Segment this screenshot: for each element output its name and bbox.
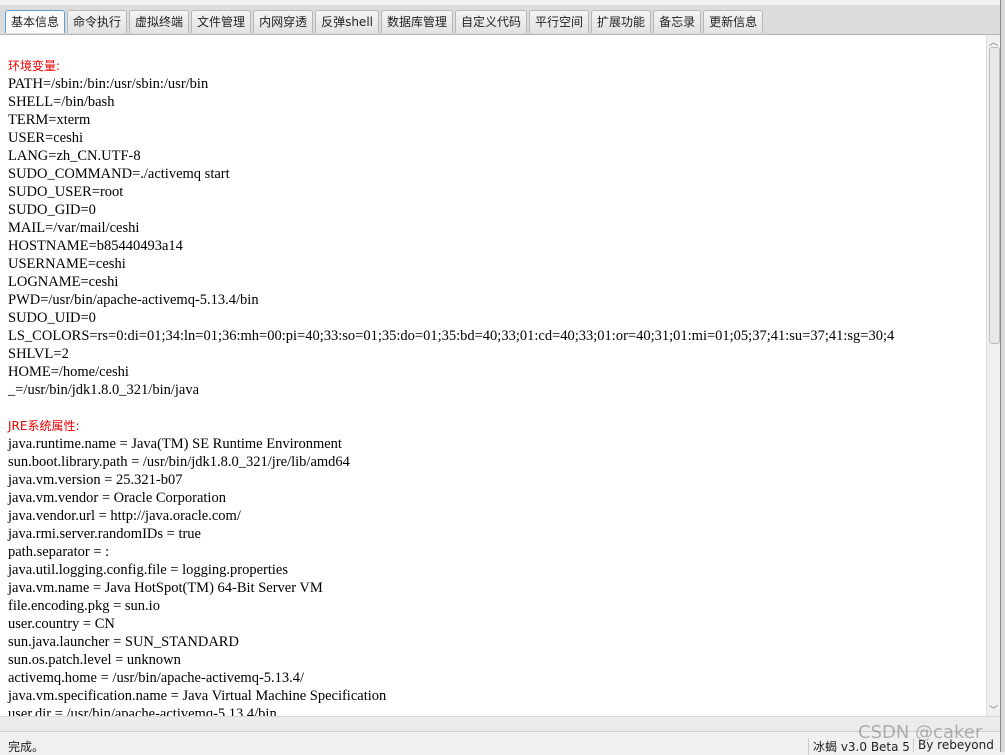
info-line: SHLVL=2 bbox=[8, 346, 69, 362]
tab-10[interactable]: 备忘录 bbox=[653, 10, 702, 33]
info-line: TERM=xterm bbox=[8, 112, 91, 128]
tabs: 基本信息 命令执行 虚拟终端 文件管理 内网穿透 反弹shell 数据库管理 自定义代码 平行空… bbox=[5, 10, 765, 33]
tab-8[interactable]: 平行空间 bbox=[529, 10, 590, 33]
info-line: HOSTNAME=b85440493a14 bbox=[8, 238, 183, 254]
window-top-strip bbox=[0, 0, 1000, 5]
jre-section-title: JRE系统属性: bbox=[8, 419, 80, 433]
info-line: java.vendor.url = http://java.oracle.com… bbox=[8, 508, 241, 524]
info-line: SUDO_COMMAND=./activemq start bbox=[8, 166, 230, 182]
tab-3[interactable]: 文件管理 bbox=[191, 10, 252, 33]
info-line: USER=ceshi bbox=[8, 130, 84, 146]
info-line: sun.os.patch.level = unknown bbox=[8, 652, 181, 668]
info-line: user.dir = /usr/bin/apache-activemq-5.13… bbox=[8, 706, 277, 716]
tab-11[interactable]: 更新信息 bbox=[703, 10, 764, 33]
info-line: java.vm.specification.name = Java Virtua… bbox=[8, 688, 387, 704]
tab-1[interactable]: 命令执行 bbox=[67, 10, 128, 33]
vertical-scrollbar[interactable]: ︿ ﹀ bbox=[986, 35, 1001, 716]
info-line: sun.java.launcher = SUN_STANDARD bbox=[8, 634, 239, 650]
info-line: java.vm.name = Java HotSpot(TM) 64-Bit S… bbox=[8, 580, 323, 596]
tab-9[interactable]: 扩展功能 bbox=[591, 10, 652, 33]
info-line: _=/usr/bin/jdk1.8.0_321/bin/java bbox=[8, 382, 200, 398]
info-line: MAIL=/var/mail/ceshi bbox=[8, 220, 140, 236]
info-line: java.vm.vendor = Oracle Corporation bbox=[8, 490, 226, 506]
info-line: java.vm.version = 25.321-b07 bbox=[8, 472, 183, 488]
info-line: path.separator = : bbox=[8, 544, 110, 560]
info-line: user.country = CN bbox=[8, 616, 115, 632]
info-line: sun.boot.library.path = /usr/bin/jdk1.8.… bbox=[8, 454, 350, 470]
info-line: LS_COLORS=rs=0:di=01;34:ln=01;36:mh=00:p… bbox=[8, 328, 895, 344]
info-line: USERNAME=ceshi bbox=[8, 256, 126, 272]
tab-5[interactable]: 反弹shell bbox=[315, 10, 379, 33]
tab-7[interactable]: 自定义代码 bbox=[455, 10, 528, 33]
info-line: SHELL=/bin/bash bbox=[8, 94, 115, 110]
horizontal-scrollbar[interactable] bbox=[0, 716, 1000, 731]
status-bar: 完成。 冰蝎 v3.0 Beta 5 By rebeyond bbox=[0, 731, 1000, 755]
tab-bar: 基本信息 命令执行 虚拟终端 文件管理 内网穿透 反弹shell 数据库管理 自定义代码 平行空… bbox=[0, 0, 1000, 35]
info-line: PWD=/usr/bin/apache-activemq-5.13.4/bin bbox=[8, 292, 259, 308]
tab-2[interactable]: 虚拟终端 bbox=[129, 10, 190, 33]
basic-info-panel: 环境变量: PATH=/sbin:/bin:/usr/sbin:/usr/bin… bbox=[0, 35, 986, 716]
info-line: java.runtime.name = Java(TM) SE Runtime … bbox=[8, 436, 342, 452]
info-line: LOGNAME=ceshi bbox=[8, 274, 119, 290]
jre-lines: java.runtime.name = Java(TM) SE Runtime … bbox=[8, 435, 894, 716]
tab-4[interactable]: 内网穿透 bbox=[253, 10, 314, 33]
info-line: file.encoding.pkg = sun.io bbox=[8, 598, 160, 614]
status-message: 完成。 bbox=[8, 740, 45, 754]
info-line: SUDO_USER=root bbox=[8, 184, 124, 200]
info-line: PATH=/sbin:/bin:/usr/sbin:/usr/bin bbox=[8, 76, 209, 92]
env-section-title: 环境变量: bbox=[8, 59, 61, 73]
env-lines: PATH=/sbin:/bin:/usr/sbin:/usr/bin SHELL=… bbox=[8, 75, 894, 399]
info-line: LANG=zh_CN.UTF-8 bbox=[8, 148, 141, 164]
scroll-down-icon[interactable]: ﹀ bbox=[989, 703, 998, 716]
tab-0[interactable]: 基本信息 bbox=[5, 10, 66, 33]
info-line: SUDO_GID=0 bbox=[8, 202, 96, 218]
watermark: CSDN @caker bbox=[858, 722, 983, 743]
scroll-thumb[interactable] bbox=[989, 47, 1000, 344]
background-window-edge bbox=[1000, 0, 1005, 752]
info-line: activemq.home = /usr/bin/apache-activemq… bbox=[8, 670, 305, 686]
info-line: HOME=/home/ceshi bbox=[8, 364, 129, 380]
info-line: java.util.logging.config.file = logging.… bbox=[8, 562, 288, 578]
info-line: SUDO_UID=0 bbox=[8, 310, 96, 326]
info-line: java.rmi.server.randomIDs = true bbox=[8, 526, 201, 542]
tab-6[interactable]: 数据库管理 bbox=[381, 10, 454, 33]
